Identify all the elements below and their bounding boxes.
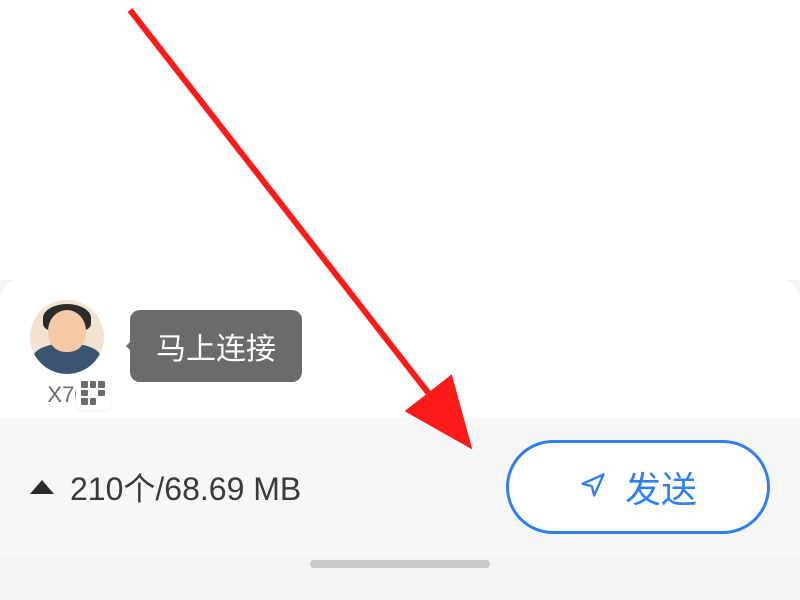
bottom-action-bar: 210个/68.69 MB 发送 bbox=[0, 418, 800, 556]
device-panel: X70 马上连接 bbox=[0, 280, 800, 418]
send-button-label: 发送 bbox=[625, 461, 697, 513]
avatar bbox=[30, 300, 104, 374]
chevron-up-icon bbox=[30, 480, 54, 494]
qr-code-icon[interactable] bbox=[76, 376, 110, 410]
selection-count-label: 210个/68.69 MB bbox=[70, 464, 301, 510]
device-row: X70 马上连接 bbox=[30, 300, 770, 408]
send-button[interactable]: 发送 bbox=[506, 440, 770, 534]
selection-summary[interactable]: 210个/68.69 MB bbox=[30, 464, 301, 510]
paper-plane-icon bbox=[579, 466, 607, 508]
content-area bbox=[0, 0, 800, 280]
connect-tooltip[interactable]: 马上连接 bbox=[130, 310, 302, 382]
device-avatar-group[interactable]: X70 bbox=[30, 300, 104, 408]
home-indicator bbox=[310, 560, 490, 568]
